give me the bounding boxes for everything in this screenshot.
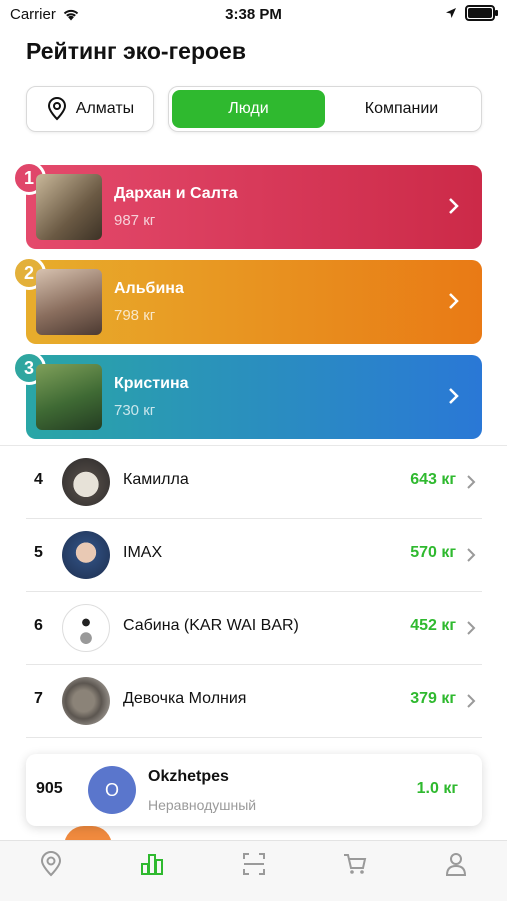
status-right [445,5,498,21]
hero-weight: 798 кг [114,307,156,324]
rank-number: 7 [34,690,43,707]
user-name: Камилла [123,471,189,488]
tab-map[interactable] [0,841,101,901]
clock: 3:38 PM [225,6,282,23]
chevron-right-icon [467,694,476,708]
status-bar: Carrier 3:38 PM [0,0,507,30]
user-weight: 570 кг [410,544,456,561]
rank-number: 4 [34,471,43,488]
avatar [36,364,102,430]
tab-profile[interactable] [406,841,507,901]
avatar [62,604,110,652]
rank-number: 905 [36,780,63,797]
user-name: Девочка Молния [123,690,247,707]
list-item[interactable]: 5 IMAX 570 кг [26,519,482,592]
list-item[interactable]: 4 Камилла 643 кг [26,446,482,519]
map-pin-icon [40,851,61,877]
tab-ranking[interactable] [101,841,202,901]
hero-name: Кристина [114,375,189,392]
location-arrow-icon [446,8,456,18]
user-weight: 1.0 кг [416,780,458,797]
chevron-right-icon [467,548,476,562]
chevron-right-icon [449,293,459,309]
user-weight: 643 кг [410,471,456,488]
hero-name: Альбина [114,280,184,297]
city-selector-button[interactable]: Алматы [26,86,154,132]
user-name: Okzhetpes [148,768,229,785]
list-item[interactable]: 6 Сабина (KAR WAI BAR) 452 кг [26,592,482,665]
map-pin-icon [47,97,66,121]
chevron-right-icon [467,475,476,489]
rank-number: 6 [34,617,43,634]
page-title: Рейтинг эко-героев [26,38,246,64]
ranking-chart-icon [141,854,164,875]
avatar [36,174,102,240]
top-hero-card-3[interactable]: 3 Кристина 730 кг [12,351,482,439]
avatar [62,458,110,506]
city-label: Алматы [75,100,135,117]
tab-cart[interactable] [304,841,405,901]
tab-people[interactable]: Люди [172,90,325,128]
user-name: Сабина (KAR WAI BAR) [123,617,299,634]
chevron-right-icon [449,198,459,214]
hero-weight: 730 кг [114,402,156,419]
tab-companies[interactable]: Компании [325,90,478,128]
hero-weight: 987 кг [114,212,156,229]
avatar [62,677,110,725]
avatar: O [88,766,136,814]
battery-icon [465,5,498,21]
user-status: Неравнодушный [148,797,257,813]
top-hero-card-1[interactable]: 1 Дархан и Салта 987 кг [12,161,482,249]
list-item[interactable]: 7 Девочка Молния 379 кг [26,665,482,738]
user-weight: 379 кг [410,690,456,707]
rank-number: 5 [34,544,43,561]
top-hero-card-2[interactable]: 2 Альбина 798 кг [12,256,482,344]
avatar [62,531,110,579]
tab-scan[interactable] [203,841,304,901]
chevron-right-icon [467,621,476,635]
hero-name: Дархан и Салта [114,185,238,202]
tab-bar [0,840,507,901]
chevron-right-icon [449,388,459,404]
profile-icon [446,853,467,876]
user-weight: 452 кг [410,617,456,634]
people-companies-toggle: Люди Компании [168,86,482,132]
cart-icon [343,854,367,874]
avatar [36,269,102,335]
scan-icon [242,853,265,875]
current-user-card[interactable]: 905 O Okzhetpes Неравнодушный 1.0 кг [26,754,482,826]
user-name: IMAX [123,544,163,561]
